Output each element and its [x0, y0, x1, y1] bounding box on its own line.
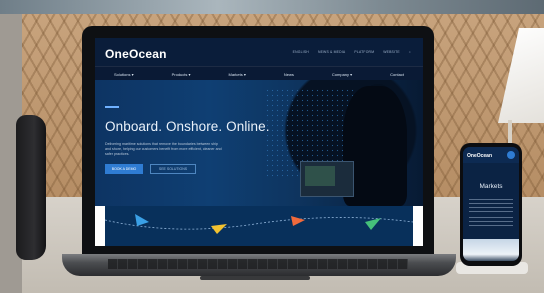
- site-logo[interactable]: OneOcean: [105, 47, 167, 61]
- strip-white-left: [95, 206, 105, 246]
- phone-screen: OneOcean Markets: [463, 147, 519, 261]
- nav-item-markets[interactable]: Markets ▾: [229, 72, 246, 77]
- search-icon[interactable]: ⌕: [409, 50, 411, 54]
- site-header: OneOcean ENGLISH NEWS & MEDIA PLATFORM W…: [95, 38, 423, 82]
- phone-text-line: [469, 225, 513, 226]
- hero-laptop-image: [300, 161, 354, 197]
- arrow-strip: [95, 206, 423, 246]
- hero-title: Onboard. Onshore. Online.: [105, 119, 270, 134]
- utility-link-news[interactable]: NEWS & MEDIA: [318, 50, 345, 54]
- phone-text-line: [469, 211, 513, 212]
- photo-scene: OneOcean ENGLISH NEWS & MEDIA PLATFORM W…: [0, 0, 544, 293]
- phone-text-line: [469, 207, 513, 208]
- nav-item-news[interactable]: News: [284, 72, 294, 77]
- window-strip: [0, 0, 544, 14]
- arrow-strip-graphic: [104, 214, 414, 234]
- orange-arrow-icon: [291, 216, 305, 226]
- utility-link-platform[interactable]: PLATFORM: [354, 50, 374, 54]
- phone-header: OneOcean: [463, 147, 519, 163]
- nav-item-company[interactable]: Company ▾: [332, 72, 352, 77]
- phone-hero-image: [463, 239, 519, 261]
- phone-text-line: [469, 221, 513, 222]
- utility-nav: ENGLISH NEWS & MEDIA PLATFORM WEBSITE ⌕: [293, 50, 411, 54]
- strip-white-right: [413, 206, 423, 246]
- utility-link-website[interactable]: WEBSITE: [383, 50, 400, 54]
- laptop-keyboard: [108, 259, 408, 269]
- laptop-trackpad-edge: [200, 276, 310, 280]
- green-arrow-icon: [365, 218, 381, 230]
- nav-item-products[interactable]: Products ▾: [172, 72, 191, 77]
- hero-description: Delivering maritime solutions that remov…: [105, 142, 222, 156]
- nav-item-contact[interactable]: Contact: [390, 72, 404, 77]
- utility-link-language[interactable]: ENGLISH: [293, 50, 309, 54]
- laptop-screen: OneOcean ENGLISH NEWS & MEDIA PLATFORM W…: [95, 38, 423, 246]
- phone-page-title: Markets: [479, 183, 503, 190]
- phone-logo[interactable]: OneOcean: [467, 153, 492, 159]
- phone-text-line: [469, 199, 513, 200]
- yellow-arrow-icon: [211, 224, 227, 234]
- phone-text-line: [469, 217, 513, 218]
- hero-accent-line: [105, 106, 119, 108]
- blue-arrow-icon: [135, 214, 149, 226]
- see-solutions-button[interactable]: SEE SOLUTIONS: [150, 164, 196, 174]
- book-demo-button[interactable]: BOOK A DEMO: [105, 164, 143, 174]
- speaker: [16, 115, 46, 260]
- menu-icon[interactable]: [507, 151, 515, 159]
- nav-item-solutions[interactable]: Solutions ▾: [114, 72, 134, 77]
- phone-text-line: [469, 203, 513, 204]
